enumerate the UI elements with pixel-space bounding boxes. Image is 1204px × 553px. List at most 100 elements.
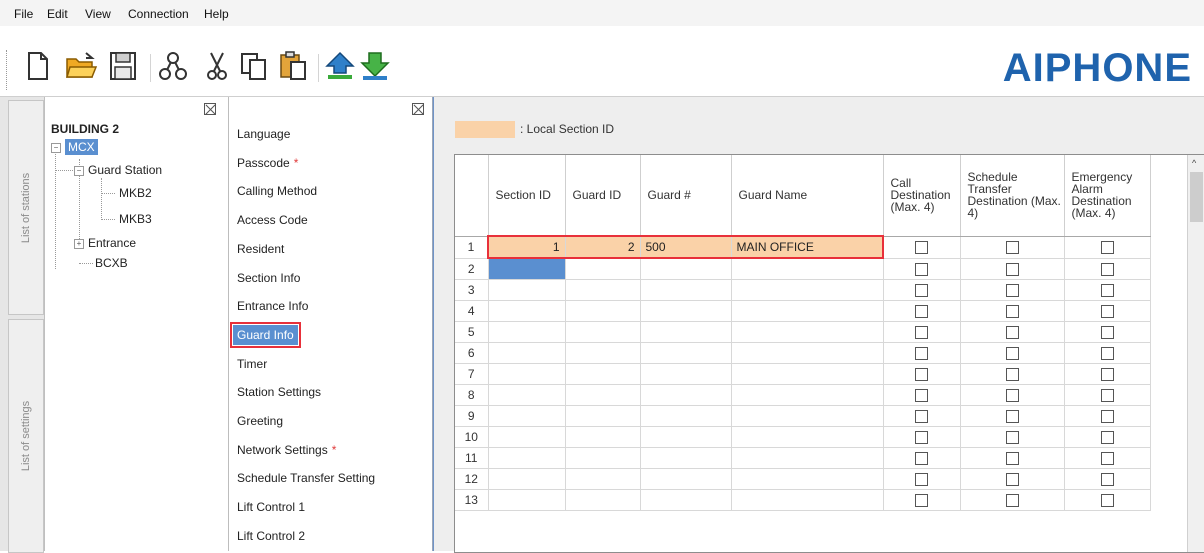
cell-guard-name[interactable]: [731, 426, 884, 448]
cell-guard-id[interactable]: [565, 342, 641, 364]
settings-item[interactable]: Section Info: [237, 271, 300, 285]
header-guard-number[interactable]: Guard #: [640, 155, 732, 237]
settings-item[interactable]: Greeting: [237, 414, 283, 428]
cell-guard-name[interactable]: [731, 405, 884, 427]
cell-guard-name[interactable]: [731, 258, 884, 280]
collapse-icon[interactable]: −: [51, 143, 61, 153]
tab-list-of-stations[interactable]: List of stations: [8, 100, 44, 315]
tree-node-bcxb[interactable]: BCXB: [95, 256, 128, 270]
destination-checkbox[interactable]: [915, 389, 928, 403]
cut-icon[interactable]: [200, 49, 234, 83]
cell-guard-id[interactable]: [565, 279, 641, 301]
cell-guard-id[interactable]: [565, 447, 641, 469]
cell-section-id[interactable]: [488, 342, 566, 364]
cell-guard-id[interactable]: [565, 258, 641, 280]
cell-guard-id[interactable]: [565, 300, 641, 322]
cell-section-id[interactable]: [488, 447, 566, 469]
download-icon[interactable]: [358, 49, 392, 83]
cell-guard-num[interactable]: [640, 447, 732, 469]
cell-section-id[interactable]: [488, 321, 566, 343]
cell-guard-name[interactable]: [731, 342, 884, 364]
upload-icon[interactable]: [323, 49, 357, 83]
cell-guard-num[interactable]: [640, 258, 732, 280]
tree-node-entrance[interactable]: Entrance: [88, 236, 136, 250]
cell-section-id[interactable]: [488, 426, 566, 448]
cell-section-id[interactable]: 1: [487, 235, 566, 259]
menu-help[interactable]: Help: [204, 7, 229, 21]
destination-checkbox[interactable]: [1100, 262, 1114, 276]
cell-section-id[interactable]: [488, 489, 566, 511]
cell-guard-num[interactable]: [640, 321, 732, 343]
destination-checkbox[interactable]: [1100, 452, 1114, 466]
destination-checkbox[interactable]: [1100, 368, 1114, 382]
destination-checkbox[interactable]: [1005, 326, 1019, 340]
settings-item[interactable]: Lift Control 2: [237, 529, 305, 543]
destination-checkbox[interactable]: [1100, 326, 1114, 340]
header-call-destination[interactable]: Call Destination (Max. 4): [883, 155, 961, 237]
header-guard-name[interactable]: Guard Name: [731, 155, 884, 237]
destination-checkbox[interactable]: [1005, 347, 1019, 361]
cell-guard-num[interactable]: [640, 384, 732, 406]
cell-guard-name[interactable]: [731, 447, 884, 469]
tree-node-mcx[interactable]: MCX: [65, 139, 98, 155]
settings-item[interactable]: Entrance Info: [237, 299, 308, 313]
row-number[interactable]: 13: [455, 489, 489, 511]
settings-item[interactable]: Calling Method: [237, 184, 317, 198]
row-number[interactable]: 12: [455, 468, 489, 490]
menu-file[interactable]: File: [14, 7, 33, 21]
menu-edit[interactable]: Edit: [47, 7, 68, 21]
paste-icon[interactable]: [276, 49, 310, 83]
cell-guard-num[interactable]: [640, 426, 732, 448]
settings-item[interactable]: Station Settings: [237, 385, 321, 399]
destination-checkbox[interactable]: [1005, 305, 1019, 319]
cell-guard-id[interactable]: [565, 489, 641, 511]
row-number[interactable]: 7: [455, 363, 489, 385]
cell-guard-name[interactable]: [731, 363, 884, 385]
close-icon[interactable]: [412, 103, 424, 115]
tree-root[interactable]: BUILDING 2: [51, 122, 119, 136]
destination-checkbox[interactable]: [915, 326, 928, 340]
menu-view[interactable]: View: [85, 7, 111, 21]
destination-checkbox[interactable]: [1100, 241, 1114, 255]
cell-guard-name[interactable]: MAIN OFFICE: [731, 235, 884, 259]
cell-guard-name[interactable]: [731, 489, 884, 511]
destination-checkbox[interactable]: [1100, 410, 1114, 424]
destination-checkbox[interactable]: [915, 262, 928, 276]
cell-section-id[interactable]: [488, 468, 566, 490]
toolbar-grip[interactable]: [6, 50, 10, 90]
settings-item[interactable]: Language: [237, 127, 290, 141]
cell-guard-num[interactable]: [640, 279, 732, 301]
cell-guard-num[interactable]: [640, 405, 732, 427]
copy-icon[interactable]: [237, 49, 271, 83]
destination-checkbox[interactable]: [1005, 368, 1019, 382]
cell-guard-name[interactable]: [731, 384, 884, 406]
destination-checkbox[interactable]: [1100, 347, 1114, 361]
cell-guard-id[interactable]: [565, 468, 641, 490]
cell-guard-id[interactable]: [565, 384, 641, 406]
row-number[interactable]: 5: [455, 321, 489, 343]
destination-checkbox[interactable]: [915, 241, 929, 255]
destination-checkbox[interactable]: [1100, 305, 1114, 319]
cell-section-id[interactable]: [488, 258, 566, 280]
settings-item[interactable]: Passcode *: [237, 156, 298, 170]
destination-checkbox[interactable]: [1005, 284, 1019, 298]
cell-guard-num[interactable]: [640, 363, 732, 385]
cell-guard-num[interactable]: [640, 468, 732, 490]
scroll-up-icon[interactable]: ^: [1192, 158, 1196, 168]
destination-checkbox[interactable]: [1100, 431, 1114, 445]
tree-node-mkb3[interactable]: MKB3: [119, 212, 152, 226]
row-number[interactable]: 10: [455, 426, 489, 448]
save-icon[interactable]: [106, 49, 140, 83]
destination-checkbox[interactable]: [915, 368, 928, 382]
settings-item[interactable]: Access Code: [237, 213, 308, 227]
cell-section-id[interactable]: [488, 405, 566, 427]
header-emergency-alarm-destination[interactable]: Emergency Alarm Destination (Max. 4): [1064, 155, 1151, 237]
row-number[interactable]: 11: [455, 447, 489, 469]
cell-guard-id[interactable]: [565, 363, 641, 385]
destination-checkbox[interactable]: [915, 473, 928, 487]
cell-section-id[interactable]: [488, 300, 566, 322]
header-schedule-transfer-destination[interactable]: Schedule Transfer Destination (Max. 4): [960, 155, 1065, 237]
row-number[interactable]: 2: [455, 258, 489, 280]
settings-item[interactable]: Timer: [237, 357, 267, 371]
cell-section-id[interactable]: [488, 384, 566, 406]
